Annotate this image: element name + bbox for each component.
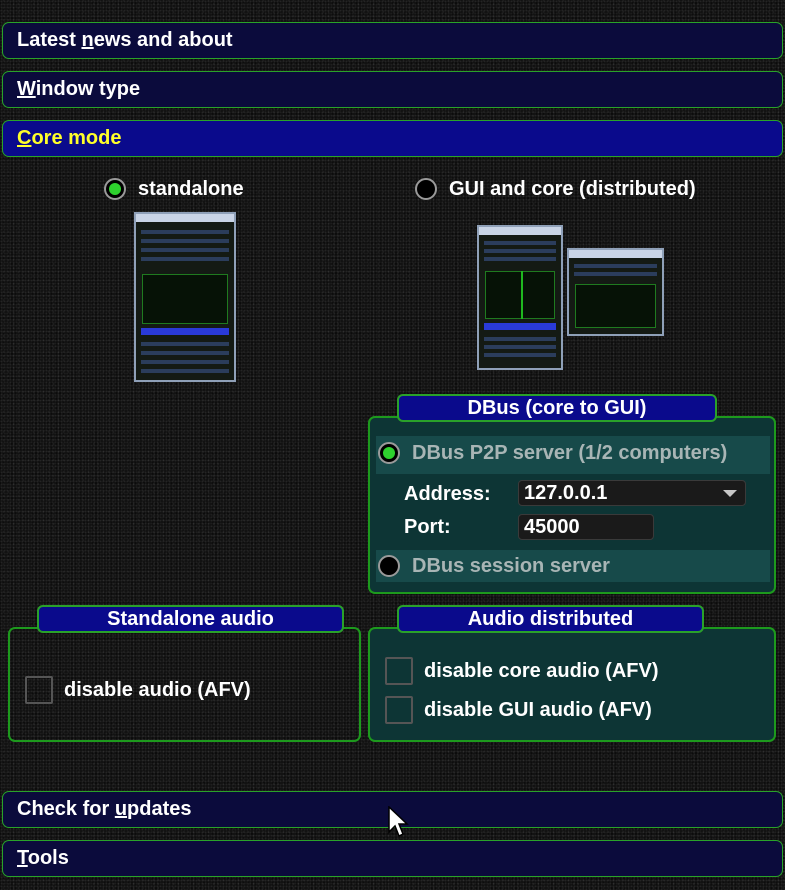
port-label: Port: <box>404 516 451 538</box>
disable-core-audio-label[interactable]: disable core audio (AFV) <box>424 660 658 683</box>
section-latest-news[interactable]: Latest news and about <box>2 22 783 59</box>
dbus-session-radio[interactable] <box>378 555 400 577</box>
standalone-audio-title: Standalone audio <box>37 605 344 633</box>
disable-gui-audio-label[interactable]: disable GUI audio (AFV) <box>424 699 652 722</box>
address-label: Address: <box>404 483 491 505</box>
audio-distributed-title: Audio distributed <box>397 605 704 633</box>
disable-audio-checkbox[interactable] <box>25 676 53 704</box>
dbus-p2p-label[interactable]: DBus P2P server (1/2 computers) <box>412 442 727 465</box>
disable-gui-audio-checkbox[interactable] <box>385 696 413 724</box>
section-window-type[interactable]: Window type <box>2 71 783 108</box>
port-input[interactable]: 45000 <box>518 514 654 540</box>
distributed-gui-preview-image <box>567 248 664 336</box>
dbus-group-title: DBus (core to GUI) <box>397 394 717 422</box>
mouse-cursor-icon <box>388 806 409 838</box>
disable-core-audio-checkbox[interactable] <box>385 657 413 685</box>
disable-audio-label[interactable]: disable audio (AFV) <box>64 679 251 702</box>
standalone-label[interactable]: standalone <box>138 178 244 201</box>
address-combobox[interactable]: 127.0.0.1 <box>518 480 746 506</box>
standalone-radio[interactable] <box>104 178 126 200</box>
section-core-mode[interactable]: Core mode <box>2 120 783 157</box>
audio-distributed-group <box>368 627 776 742</box>
chevron-down-icon[interactable] <box>723 490 737 497</box>
section-tools[interactable]: Tools <box>2 840 783 877</box>
distributed-core-preview-image <box>477 225 563 370</box>
dbus-session-label[interactable]: DBus session server <box>412 555 610 578</box>
distributed-radio[interactable] <box>415 178 437 200</box>
standalone-preview-image <box>134 212 236 382</box>
distributed-label[interactable]: GUI and core (distributed) <box>449 178 696 201</box>
address-value: 127.0.0.1 <box>524 482 608 504</box>
dbus-p2p-radio[interactable] <box>378 442 400 464</box>
